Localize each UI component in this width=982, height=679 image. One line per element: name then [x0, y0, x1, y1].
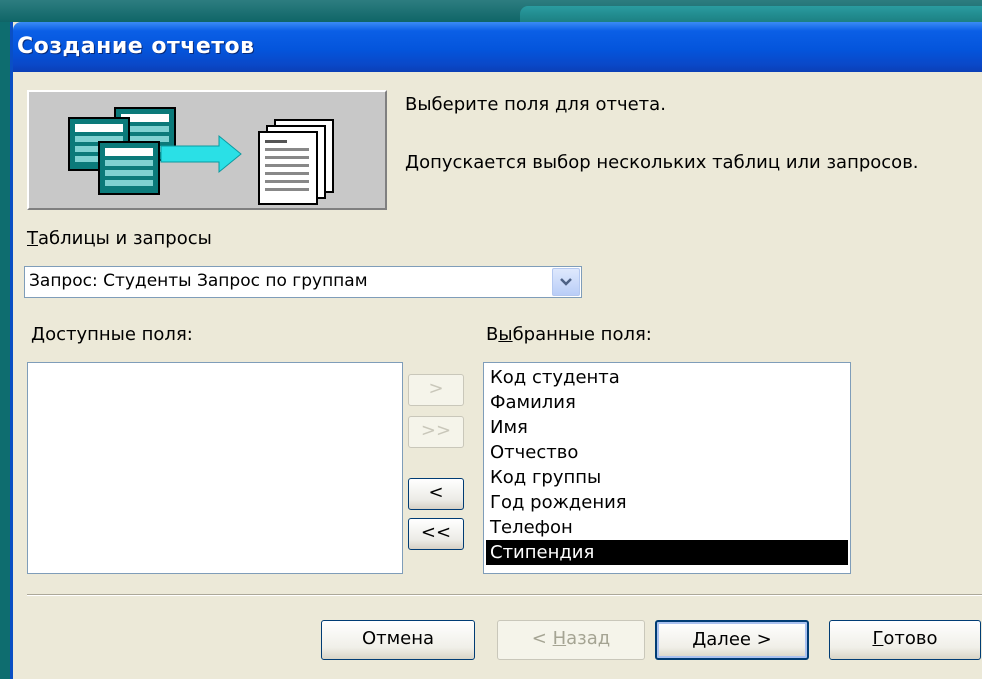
next-button[interactable]: Далее > [655, 620, 809, 660]
available-label-text: оступные поля: [45, 324, 193, 345]
selected-label-prefix: В [486, 324, 499, 345]
finish-button[interactable]: Готово [829, 620, 981, 660]
tables-queries-value: Запрос: Студенты Запрос по группам [29, 271, 368, 291]
tables-queries-select[interactable]: Запрос: Студенты Запрос по группам [24, 266, 582, 298]
selected-fields-list[interactable]: Код студента Фамилия Имя Отчество Код гр… [483, 362, 851, 574]
report-wizard-dialog: Создание отчетов Выберите поля для отчет… [10, 22, 982, 679]
next-label-hotkey: Д [692, 629, 707, 650]
back-label-hotkey: Н [552, 628, 567, 649]
list-item[interactable]: Имя [486, 415, 848, 440]
tables-queries-label: Таблицы и запросы [27, 228, 212, 249]
list-item[interactable]: Фамилия [486, 390, 848, 415]
cancel-button[interactable]: Отмена [321, 620, 475, 660]
finish-label-text: отово [883, 628, 938, 649]
dropdown-button[interactable] [552, 268, 580, 296]
instruction-text: Выберите поля для отчета. [405, 94, 666, 115]
list-item[interactable]: Год рождения [486, 490, 848, 515]
list-item-selected[interactable]: Стипендия [486, 540, 848, 565]
selected-fields-label: Выбранные поля: [486, 324, 652, 345]
next-label-text: алее > [706, 629, 772, 650]
add-all-fields-button[interactable]: >> [408, 416, 464, 448]
available-fields-label: Доступные поля: [31, 324, 193, 345]
list-item[interactable]: Отчество [486, 440, 848, 465]
footer-divider [27, 594, 982, 596]
tables-label-hotkey: Т [27, 228, 38, 249]
window-title: Создание отчетов [17, 34, 255, 59]
selected-label-hotkey: ы [498, 324, 513, 345]
tables-label-text: аблицы и запросы [38, 228, 212, 249]
wizard-illustration [27, 90, 387, 210]
available-fields-list[interactable] [27, 362, 403, 574]
title-bar[interactable]: Создание отчетов [13, 22, 982, 72]
tables-to-report-icon [68, 107, 334, 205]
finish-label-hotkey: Г [872, 628, 884, 649]
back-label-prefix: < [531, 628, 553, 649]
cancel-label: Отмена [361, 628, 435, 649]
back-label-text: азад [566, 628, 611, 649]
list-item[interactable]: Код группы [486, 465, 848, 490]
back-button[interactable]: < Назад [497, 620, 645, 660]
remove-field-button[interactable]: < [408, 478, 464, 510]
selected-label-text: бранные поля: [512, 324, 652, 345]
hint-text: Допускается выбор нескольких таблиц или … [405, 152, 919, 173]
add-field-button[interactable]: > [408, 374, 464, 406]
list-item[interactable]: Код студента [486, 365, 848, 390]
remove-all-fields-button[interactable]: << [408, 518, 464, 550]
available-label-hotkey: Д [31, 324, 46, 345]
chevron-down-icon [560, 278, 572, 286]
list-item[interactable]: Телефон [486, 515, 848, 540]
